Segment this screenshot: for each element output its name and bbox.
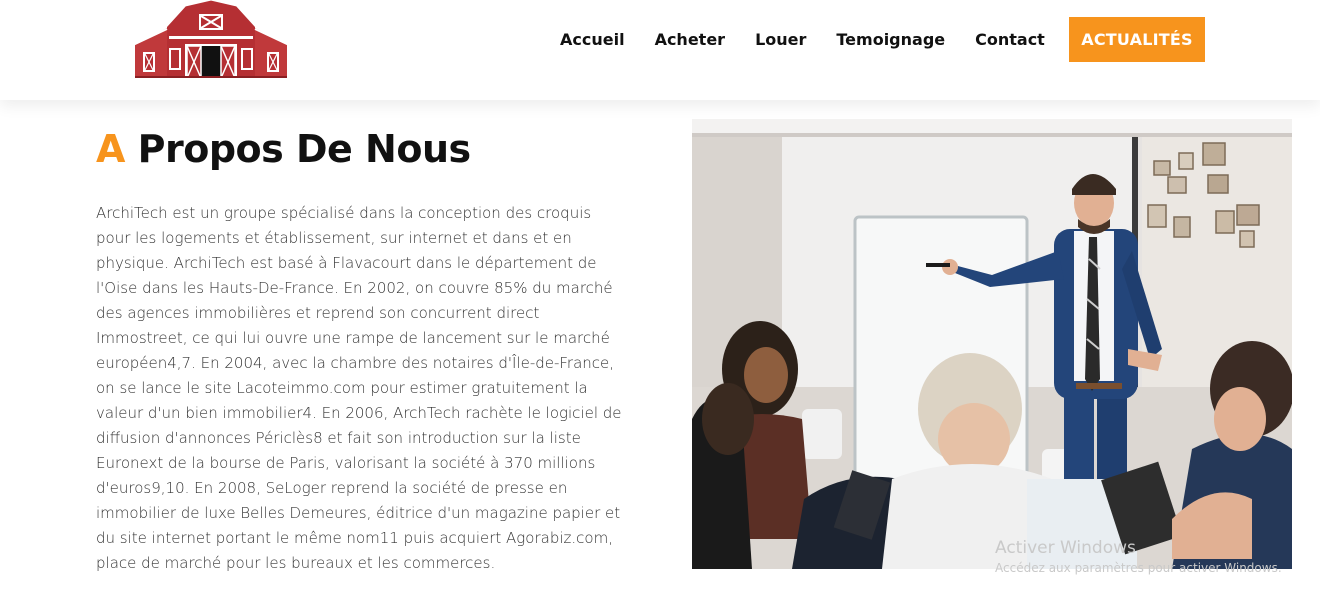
presentation-photo [692, 119, 1292, 569]
about-text-line: européen4,7. En 2004, avec la chambre de… [96, 354, 615, 372]
logo-link[interactable] [132, 0, 290, 79]
about-text-line: d'euros9,10. En 2008, SeLoger reprend la… [96, 479, 568, 497]
site-header: Accueil Acheter Louer Temoignage Contact… [0, 0, 1320, 100]
nav-link-acheter[interactable]: Acheter [655, 30, 726, 49]
about-text-line: des agences immobilières et reprend son … [96, 304, 540, 322]
main-nav: Accueil Acheter Louer Temoignage Contact [560, 17, 1075, 62]
nav-link-accueil[interactable]: Accueil [560, 30, 625, 49]
about-text-line: Euronext de la bourse de Paris, valorisa… [96, 454, 596, 472]
about-section: A Propos De Nous ArchiTech est un groupe… [96, 124, 656, 576]
about-text-line: valeur d'un bien immobilier4. En 2006, A… [96, 404, 622, 422]
actualites-button[interactable]: ACTUALITÉS [1069, 17, 1205, 62]
about-paragraph: ArchiTech est un groupe spécialisé dans … [96, 201, 656, 576]
nav-link-louer[interactable]: Louer [755, 30, 806, 49]
about-text-line: on se lance le site Lacoteimmo.com pour … [96, 379, 588, 397]
nav-link-temoignage[interactable]: Temoignage [836, 30, 945, 49]
about-text-line: l'Oise dans les Hauts-De-France. En 2002… [96, 279, 613, 297]
about-title-rest: Propos De Nous [137, 127, 471, 171]
windows-activation-watermark: Activer Windows Accédez aux paramètres p… [995, 537, 1282, 577]
barn-icon [132, 0, 290, 79]
about-text-line: Immostreet, ce qui lui ouvre une rampe d… [96, 329, 610, 347]
about-text-line: place de marché pour les bureaux et les … [96, 554, 496, 572]
about-text-line: immobilier de luxe Belles Demeures, édit… [96, 504, 621, 522]
about-text-line: pour les logements et établissement, sur… [96, 229, 572, 247]
about-title: A Propos De Nous [96, 124, 656, 174]
nav-link-contact[interactable]: Contact [975, 30, 1045, 49]
watermark-title: Activer Windows [995, 538, 1136, 558]
about-text-line: physique. ArchiTech est basé à Flavacour… [96, 254, 597, 272]
watermark-subtitle: Accédez aux paramètres pour activer Wind… [995, 561, 1282, 575]
about-title-accent: A [96, 127, 125, 171]
about-text-line: ArchiTech est un groupe spécialisé dans … [96, 204, 592, 222]
about-text-line: diffusion d'annonces Périclès8 et fait s… [96, 429, 581, 447]
about-text-line: du site internet portant le même nom11 p… [96, 529, 613, 547]
